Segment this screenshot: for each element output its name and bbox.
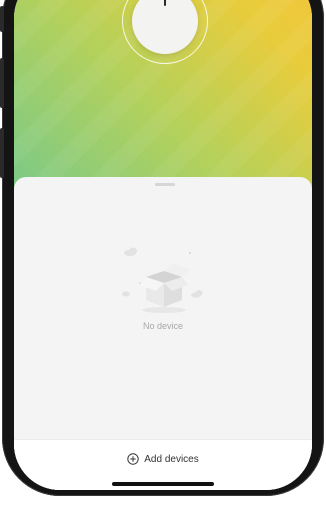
empty-state-text: No device <box>142 321 184 331</box>
gradient-header <box>14 0 312 204</box>
footer-bar: Add devices <box>14 439 312 490</box>
side-button-volume-up <box>0 58 4 108</box>
screenshot: No device Add devices <box>0 0 326 508</box>
add-devices-label: Add devices <box>144 453 199 465</box>
device-sheet: No device Add devices <box>14 177 312 490</box>
side-button-volume-down <box>0 128 4 178</box>
add-devices-button[interactable]: Add devices <box>14 451 312 467</box>
dial-indicator <box>164 0 166 6</box>
app-screen: No device Add devices <box>14 0 312 490</box>
sheet-drag-handle[interactable] <box>155 183 175 186</box>
plus-circle-icon <box>127 453 139 465</box>
side-button-silent <box>0 6 4 32</box>
empty-box-icon <box>122 247 203 313</box>
home-indicator[interactable] <box>112 482 214 486</box>
